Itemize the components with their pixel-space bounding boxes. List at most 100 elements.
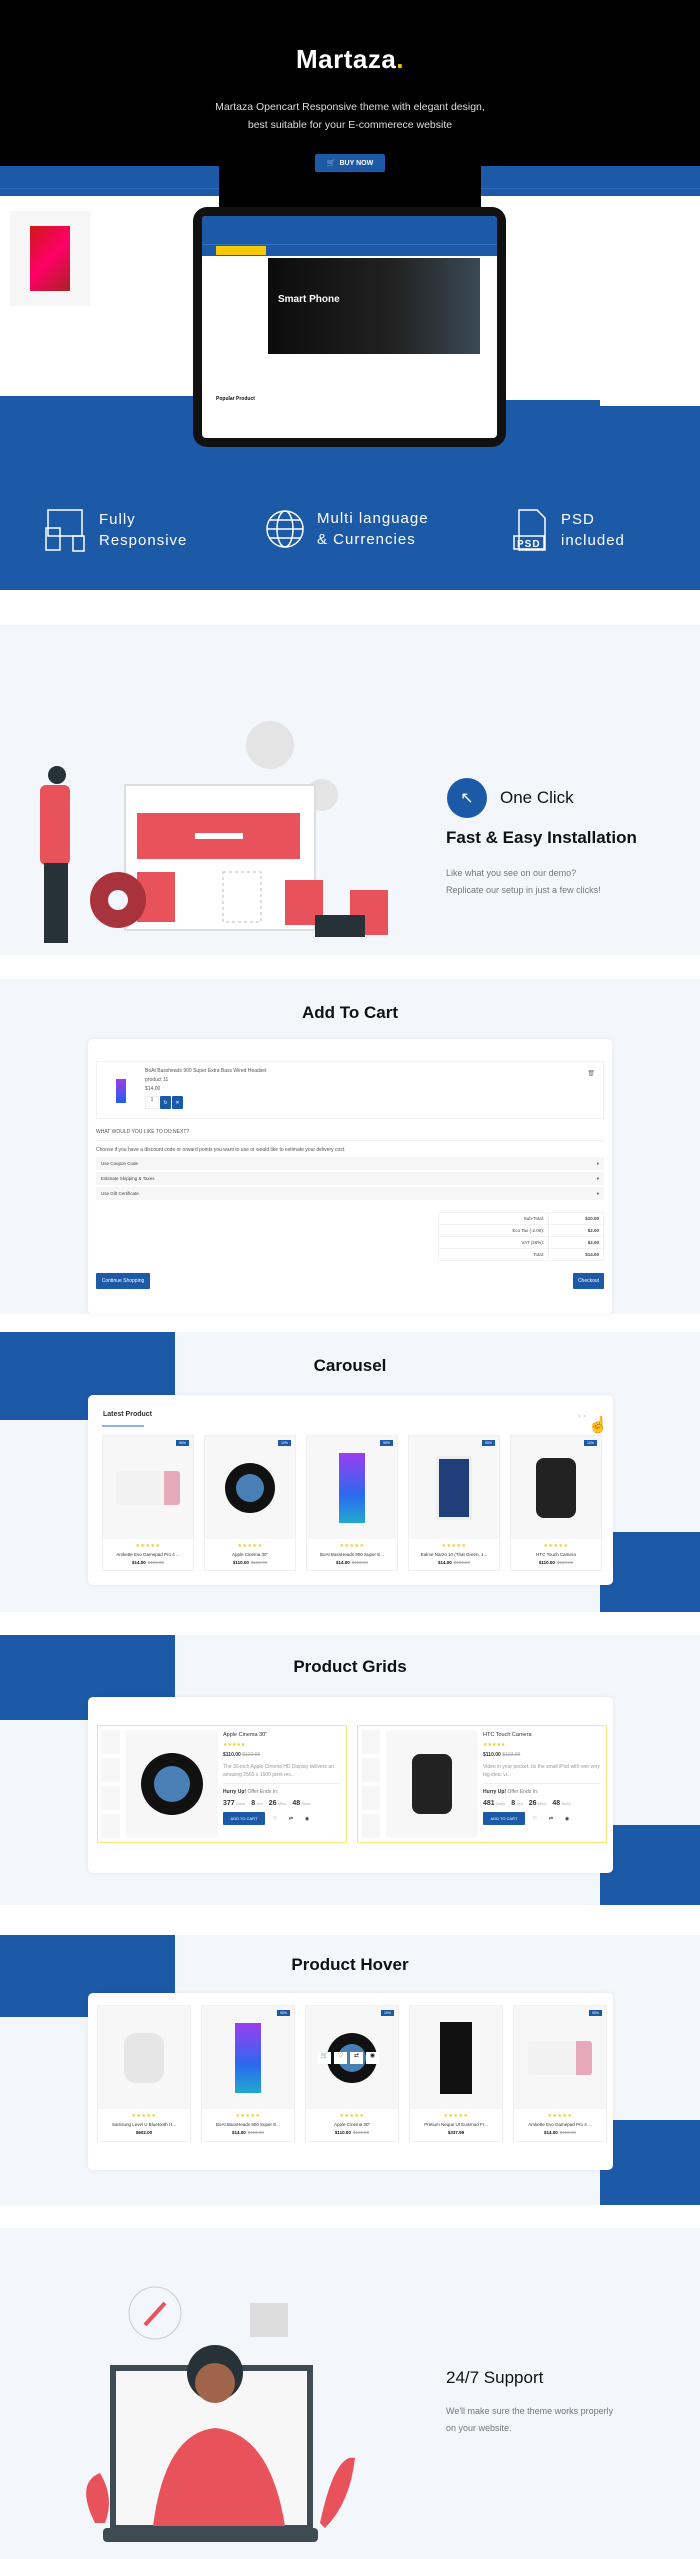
product-image[interactable]: 90% (514, 2006, 606, 2109)
countdown-unit: Secs (561, 1801, 571, 1806)
product-name[interactable]: Amkette Evo Gamepad Pro 4 ... (514, 2122, 606, 2127)
discount-badge: 90% (379, 1440, 393, 1446)
feature-label: included (561, 532, 625, 549)
psd-file-icon: PSD (513, 509, 546, 551)
thumbnail[interactable] (362, 1814, 380, 1838)
microwave-image (528, 2040, 592, 2075)
price-current: $14.00 (437, 1560, 452, 1565)
phone-image (339, 1452, 365, 1523)
price-old: $122.00 (147, 1560, 165, 1565)
add-to-cart-button[interactable]: ADD TO CART (223, 1812, 265, 1825)
accordion-label: Use Coupon Code (101, 1161, 139, 1166)
countdown-unit: Secs (301, 1801, 311, 1806)
deal-info: HTC Touch Camera ★★★★★ $110.00 $122.00 V… (483, 1732, 601, 1825)
price-current: $602.00 (135, 2130, 153, 2135)
fridge-image (440, 2021, 472, 2094)
shipping-accordion[interactable]: Estimate Shipping & Taxes ▾ (96, 1172, 604, 1185)
thumbnail[interactable] (362, 1786, 380, 1810)
product-card[interactable]: 90% ★★★★★ BoAt BassHeads 900 Super E... … (201, 2005, 295, 2142)
compare-icon[interactable]: ⇄ (285, 1816, 297, 1822)
brand-logo: Martaza. (0, 44, 700, 75)
one-click-title: One Click (500, 788, 574, 807)
thumbnail[interactable] (102, 1786, 120, 1810)
add-to-cart-icon[interactable]: 🛒 (318, 2052, 331, 2064)
product-card[interactable]: 90% ★★★★★ BoAt BassHeads 900 Super E... … (306, 1435, 398, 1571)
wishlist-heart-icon[interactable]: ♡ (529, 1816, 541, 1822)
quick-view-eye-icon[interactable]: ◉ (561, 1816, 573, 1822)
product-name[interactable]: Amkette Evo Gamepad Pro 4 ... (103, 1552, 193, 1557)
add-to-cart-button[interactable]: ADD TO CART (483, 1812, 525, 1825)
thumbnail[interactable] (362, 1730, 380, 1754)
thumbnail[interactable] (102, 1814, 120, 1838)
product-image[interactable]: 90% (202, 2006, 294, 2109)
compare-icon[interactable]: ⇄ (545, 1816, 557, 1822)
buy-now-button[interactable]: 🛒 BUY NOW (315, 154, 385, 172)
thumbnail[interactable] (102, 1730, 120, 1754)
product-image[interactable]: 10% (511, 1436, 601, 1539)
product-card[interactable]: 10% 🛒 ♡ ⇄ ◉ ★★★★★ Apple Cinema 30" $110.00 $… (305, 2005, 399, 2142)
hero-banner[interactable]: Smart Phone (268, 258, 480, 354)
all-categories-button[interactable] (216, 246, 266, 255)
product-name[interactable]: HTC Touch Camera (511, 1552, 601, 1557)
product-name[interactable]: BoAt BassHeads 900 Super E... (307, 1552, 397, 1557)
update-button[interactable]: ↻ (160, 1096, 171, 1109)
product-image[interactable]: 90% (103, 1436, 193, 1539)
product-name[interactable]: HTC Touch Camera (483, 1732, 601, 1738)
wishlist-heart-icon[interactable]: ♡ (334, 2052, 347, 2064)
product-card[interactable]: 90% ★★★★★ Ealme Narzo 10 (That Green, 1.… (408, 1435, 500, 1571)
product-name[interactable]: Apple Cinema 30" (306, 2122, 398, 2127)
section-title: Product Hover (291, 1955, 409, 1974)
checkout-button[interactable]: Checkout (573, 1273, 604, 1289)
product-name[interactable]: Apple Cinema 30" (223, 1732, 341, 1738)
product-image[interactable]: 10% (205, 1436, 295, 1539)
continue-shopping-button[interactable]: Continue Shopping (96, 1273, 150, 1289)
buy-now-label: BUY NOW (339, 159, 374, 167)
product-name[interactable]: BoAt BassHeads 900 Super E... (202, 2122, 294, 2127)
thumbnail[interactable] (362, 1758, 380, 1782)
carousel-card: Latest Product ‹ › ☝ 90% ★★★★★ Amkette E… (88, 1395, 613, 1585)
carousel-prev-arrow[interactable]: ‹ › (578, 1411, 586, 1420)
quick-view-eye-icon[interactable]: ◉ (301, 1816, 313, 1822)
remove-button[interactable]: ✕ (172, 1096, 183, 1109)
wishlist-heart-icon[interactable]: ♡ (269, 1816, 281, 1822)
price-current: $14.00 (543, 2130, 558, 2135)
thumbnail[interactable] (102, 1758, 120, 1782)
rating-stars: ★★★★★ (339, 2113, 365, 2119)
brand-name: Martaza (295, 44, 397, 74)
rating-stars: ★★★★★ (135, 1543, 161, 1549)
quick-view-eye-icon[interactable]: ◉ (366, 2052, 379, 2064)
product-image[interactable]: 90% (409, 1436, 499, 1539)
product-name[interactable]: Ealme Narzo 10 (That Green, 1... (409, 1552, 499, 1557)
screenshot-header (0, 166, 219, 188)
product-card[interactable]: 90% ★★★★★ Amkette Evo Gamepad Pro 4 ... … (102, 1435, 194, 1571)
cart-item-model: product 11 (145, 1077, 169, 1083)
product-card[interactable]: ★★★★★ Samsung Level U Bluetooth H... $60… (97, 2005, 191, 2142)
product-image[interactable] (386, 1730, 478, 1838)
product-name[interactable]: Pretium Neque Ut Euismod Fr... (410, 2122, 502, 2127)
product-image[interactable] (126, 1730, 218, 1838)
trash-icon[interactable]: 🗑 (587, 1070, 595, 1077)
product-name[interactable]: Samsung Level U Bluetooth H... (98, 2122, 190, 2127)
coupon-accordion[interactable]: Use Coupon Code ▾ (96, 1157, 604, 1170)
decor-block (600, 2120, 700, 2205)
quantity-input[interactable]: 1 (145, 1096, 159, 1109)
caret-down-icon: ▾ (596, 1190, 599, 1196)
offer-label: Offer Ends In: (507, 1789, 539, 1795)
product-card[interactable]: ★★★★★ Pretium Neque Ut Euismod Fr... $33… (409, 2005, 503, 2142)
product-name[interactable]: Apple Cinema 30" (205, 1552, 295, 1557)
price-current: $14.00 (231, 2130, 246, 2135)
product-card[interactable]: 90% ★★★★★ Amkette Evo Gamepad Pro 4 ... … (513, 2005, 607, 2142)
product-image[interactable] (98, 2006, 190, 2109)
banner-title: Smart Phone (278, 294, 340, 305)
price-current: $110.00 (483, 1752, 501, 1758)
cart-item-name[interactable]: BoAt Bassheads 900 Super Extra Bass Wire… (145, 1068, 266, 1074)
product-card[interactable]: 10% ★★★★★ Apple Cinema 30" $110.00 $122.0… (204, 1435, 296, 1571)
compare-icon[interactable]: ⇄ (350, 2052, 363, 2064)
product-image[interactable]: 90% (307, 1436, 397, 1539)
countdown-days: 481 (483, 1800, 495, 1807)
product-card[interactable]: 10% ★★★★★ HTC Touch Camera $110.00 $122.0… (510, 1435, 602, 1571)
product-image[interactable]: 10% 🛒 ♡ ⇄ ◉ (306, 2006, 398, 2109)
product-image[interactable] (410, 2006, 502, 2109)
gift-accordion[interactable]: Use Gift Certificate ▾ (96, 1187, 604, 1200)
accordion-label: Estimate Shipping & Taxes (101, 1176, 155, 1181)
